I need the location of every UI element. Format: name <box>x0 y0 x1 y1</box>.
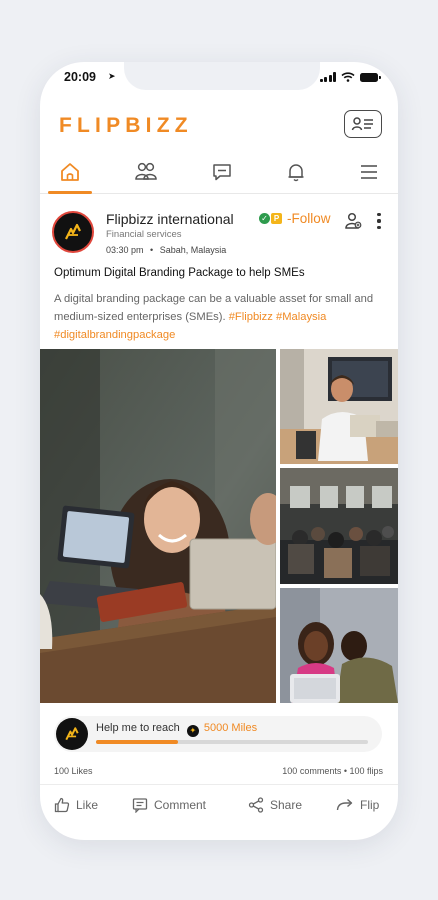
post-image-thumb-3[interactable] <box>280 588 398 703</box>
miles-progress-card[interactable]: Help me to reach ✦ 5000 Miles <box>54 716 382 752</box>
flip-button[interactable]: Flip <box>336 797 379 813</box>
tab-menu[interactable] <box>346 150 392 194</box>
verified-icon: ✓ <box>259 213 270 224</box>
active-tab-indicator <box>48 191 92 194</box>
post-location: Sabah, Malaysia <box>160 245 227 255</box>
post-image-thumb-1[interactable] <box>280 349 398 464</box>
flip-label: Flip <box>360 798 379 812</box>
author-avatar[interactable] <box>52 211 94 253</box>
status-time: 20:09 <box>64 70 96 84</box>
flipbizz-logo-icon <box>63 725 81 743</box>
progress-bar <box>96 740 368 744</box>
author-name[interactable]: Flipbizz international <box>106 211 234 227</box>
author-category: Financial services <box>106 229 182 240</box>
like-label: Like <box>76 798 98 812</box>
share-label: Share <box>270 798 302 812</box>
location-arrow-icon: ➤ <box>108 71 116 82</box>
miles-coin-icon: ✦ <box>187 725 199 737</box>
menu-icon <box>358 161 380 183</box>
hashtag[interactable]: #digitalbrandingpackage <box>54 329 175 341</box>
wifi-icon <box>341 72 355 82</box>
status-icons <box>320 72 379 82</box>
thumbs-up-icon <box>54 797 70 813</box>
battery-icon <box>360 73 378 82</box>
bell-icon <box>285 161 307 183</box>
signal-icon <box>320 72 337 82</box>
post-title: Optimum Digital Branding Package to help… <box>54 267 305 279</box>
flipbizz-logo-icon <box>62 221 84 243</box>
share-button[interactable]: Share <box>248 797 302 813</box>
post-header: Flipbizz international ✓ P -Follow Finan… <box>52 210 388 266</box>
post-image-main[interactable] <box>40 349 276 703</box>
comment-label: Comment <box>154 798 206 812</box>
progress-avatar <box>56 718 88 750</box>
comments-flips-count[interactable]: 100 comments • 100 flips <box>282 766 383 776</box>
premium-badge-icon: P <box>271 213 282 224</box>
progress-goal: 5000 Miles <box>204 722 257 734</box>
more-options-button[interactable] <box>372 211 386 231</box>
tab-messages[interactable] <box>199 150 245 194</box>
post-meta: 03:30 pm • Sabah, Malaysia <box>106 245 226 255</box>
post-image-thumb-2[interactable] <box>280 468 398 584</box>
chat-icon <box>211 161 233 183</box>
post-image-gallery <box>40 349 398 703</box>
follow-button[interactable]: -Follow <box>287 211 331 226</box>
tab-network[interactable] <box>123 150 169 194</box>
main-nav <box>40 150 398 194</box>
user-add-icon <box>344 212 362 230</box>
progress-label-text: Help me to reach <box>96 722 180 734</box>
notch <box>124 62 320 90</box>
share-icon <box>248 797 264 813</box>
comment-button[interactable]: Comment <box>132 797 206 813</box>
comment-icon <box>132 797 148 813</box>
post-actions: Like Comment Share <box>40 784 398 828</box>
progress-bar-fill <box>96 740 178 744</box>
post-body: A digital branding package can be a valu… <box>54 290 388 344</box>
profile-card-icon <box>351 116 375 132</box>
like-button[interactable]: Like <box>54 797 98 813</box>
likes-count[interactable]: 100 Likes <box>54 766 93 776</box>
hashtag[interactable]: #Flipbizz <box>229 311 273 323</box>
meta-separator: • <box>150 245 153 255</box>
home-icon <box>59 161 81 183</box>
flip-arrow-icon <box>336 797 354 813</box>
app-logo: FLIPBIZZ <box>59 114 193 138</box>
tab-home[interactable] <box>47 150 93 194</box>
phone-frame: 20:09 ➤ FLIPBIZZ <box>40 62 398 840</box>
progress-label: Help me to reach ✦ 5000 Miles <box>96 722 257 737</box>
add-connection-button[interactable] <box>344 212 362 235</box>
hashtag[interactable]: #Malaysia <box>276 311 326 323</box>
post-time: 03:30 pm <box>106 245 144 255</box>
profile-card-button[interactable] <box>344 110 382 138</box>
users-icon <box>134 161 158 183</box>
tab-notifications[interactable] <box>273 150 319 194</box>
